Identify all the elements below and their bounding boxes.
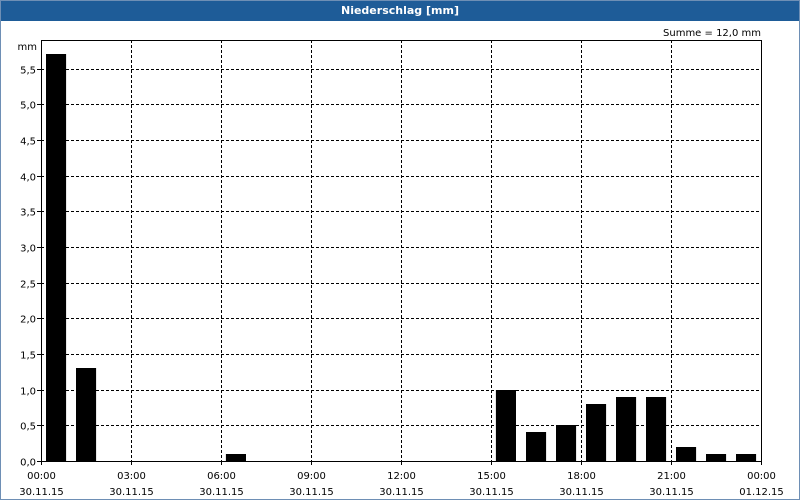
bar — [526, 432, 547, 461]
precipitation-chart: mm Summe = 12,0 mm 0,0 0,5 1,0 1,5 2,0 2,5 3,0… — [18, 28, 784, 498]
bar — [586, 404, 607, 461]
x-tick-date-label: 30.11.15 — [199, 487, 244, 498]
y-tick-label: 4,0 — [20, 173, 36, 184]
x-tick-time-label: 03:00 — [117, 471, 146, 482]
sum-label: Summe = 12,0 mm — [663, 28, 761, 39]
y-axis-ticks: 0,0 0,5 1,0 1,5 2,0 2,5 3,0 3,5 4,0 4,5 5,0 5,5 — [20, 66, 41, 469]
x-tick-date-label: 30.11.15 — [109, 487, 154, 498]
x-tick-time-label: 12:00 — [387, 471, 416, 482]
bar — [76, 368, 97, 461]
x-tick-time-label: 09:00 — [297, 471, 326, 482]
x-tick-date-label: 30.11.15 — [289, 487, 334, 498]
y-tick-label: 1,5 — [20, 351, 36, 362]
bar — [556, 425, 577, 461]
y-tick-label: 0,0 — [20, 458, 36, 469]
y-tick-label: 5,0 — [20, 101, 36, 112]
y-tick-label: 0,5 — [20, 422, 36, 433]
x-tick-time-label: 00:00 — [747, 471, 776, 482]
y-tick-label: 5,5 — [20, 66, 36, 77]
x-tick-date-label: 30.11.15 — [379, 487, 424, 498]
bar — [706, 454, 727, 461]
bar — [736, 454, 757, 461]
x-tick-time-label: 15:00 — [477, 471, 506, 482]
bar — [46, 54, 67, 461]
y-tick-label: 1,0 — [20, 387, 36, 398]
bar — [646, 397, 667, 461]
y-tick-label: 2,5 — [20, 280, 36, 291]
x-tick-date-label: 30.11.15 — [649, 487, 694, 498]
bar — [616, 397, 637, 461]
x-axis-ticks: 00:00 30.11.15 03:00 30.11.15 06:00 30.11.15 0… — [19, 461, 784, 498]
x-tick-date-label: 30.11.15 — [19, 487, 64, 498]
bar — [225, 454, 246, 461]
y-tick-label: 4,5 — [20, 137, 36, 148]
x-tick-date-label: 30.11.15 — [559, 487, 604, 498]
y-tick-label: 3,5 — [20, 208, 36, 219]
x-tick-time-label: 18:00 — [567, 471, 596, 482]
x-tick-time-label: 00:00 — [27, 471, 56, 482]
y-tick-label: 2,0 — [20, 315, 36, 326]
bar — [676, 447, 697, 461]
x-tick-time-label: 06:00 — [207, 471, 236, 482]
y-tick-label: 3,0 — [20, 244, 36, 255]
x-tick-date-label: 01.12.15 — [739, 487, 784, 498]
y-axis-unit-label: mm — [18, 42, 37, 53]
x-tick-date-label: 30.11.15 — [469, 487, 514, 498]
x-tick-time-label: 21:00 — [657, 471, 686, 482]
bar — [495, 390, 516, 461]
